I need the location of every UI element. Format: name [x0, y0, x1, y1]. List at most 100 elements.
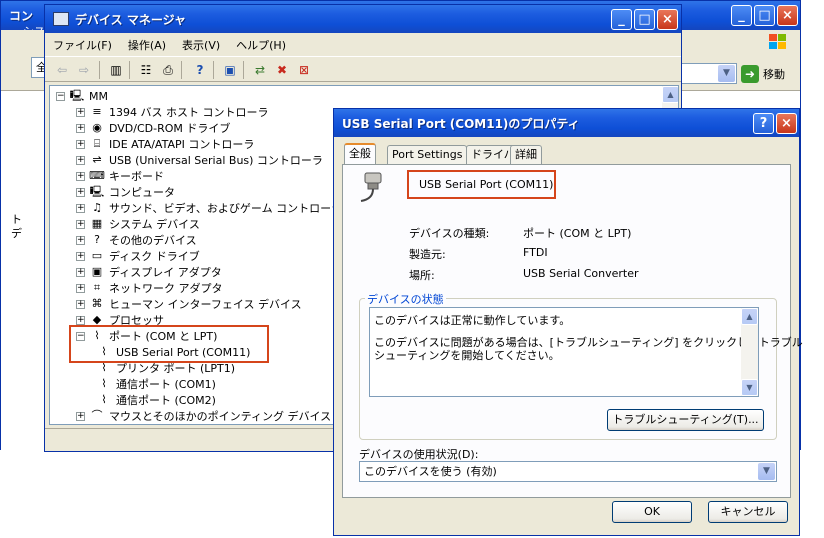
windows-logo-icon: [768, 33, 788, 51]
tree-item[interactable]: + ◉ DVD/CD-ROM ドライブ: [76, 120, 230, 136]
properties-title: USB Serial Port (COM11)のプロパティ: [342, 116, 580, 131]
tree-item[interactable]: + ⌸ IDE ATA/ATAPI コントローラ: [76, 136, 254, 152]
expand-icon[interactable]: +: [76, 155, 85, 165]
expand-icon[interactable]: +: [76, 411, 85, 421]
expand-icon[interactable]: +: [76, 219, 85, 229]
tree-item-label: 通信ポート (COM1): [116, 378, 216, 391]
tree-item[interactable]: + ≡ 1394 バス ホスト コントローラ: [76, 104, 268, 120]
menu-view[interactable]: 表示(V): [174, 37, 228, 53]
console-tree-icon[interactable]: ▥: [107, 61, 125, 79]
expand-icon[interactable]: +: [76, 107, 85, 117]
status-line-1: このデバイスは正常に動作しています。: [374, 314, 571, 327]
tree-item[interactable]: + ▣ ディスプレイ アダプタ: [76, 264, 222, 280]
expand-icon[interactable]: +: [76, 251, 85, 261]
expand-icon[interactable]: +: [76, 123, 85, 133]
tree-item[interactable]: + ▭ ディスク ドライブ: [76, 248, 200, 264]
go-button[interactable]: ➜ 移動: [741, 64, 785, 84]
tree-item[interactable]: + ⇌ USB (Universal Serial Bus) コントローラ: [76, 152, 323, 168]
background-close-button[interactable]: ×: [777, 5, 798, 26]
background-side-label-2: デ: [11, 227, 22, 240]
tree-item-label: サウンド、ビデオ、およびゲーム コントローラ: [109, 202, 343, 215]
expand-icon[interactable]: +: [76, 171, 85, 181]
menu-help[interactable]: ヘルプ(H): [228, 37, 294, 53]
tab-strip: 全般 Port Settings ドライバ 詳細: [342, 143, 792, 165]
toolbar: ⇦ ⇨ ▥ ☷ ⎙ ? ▣ ⇄ ✖ ⊠: [45, 56, 681, 82]
expand-icon[interactable]: +: [76, 267, 85, 277]
tree-item[interactable]: + ⌨ キーボード: [76, 168, 164, 184]
menu-action[interactable]: 操作(A): [120, 37, 174, 53]
print-icon[interactable]: ⎙: [159, 61, 177, 79]
chevron-down-icon[interactable]: ▼: [758, 463, 775, 480]
manufacturer-label: 製造元:: [409, 248, 446, 261]
toolbar-separator: [181, 61, 182, 79]
properties-dialog: USB Serial Port (COM11)のプロパティ ? × 全般 Por…: [333, 108, 803, 536]
tree-item[interactable]: + ⌒ マウスとそのほかのポインティング デバイス: [76, 408, 331, 424]
menu-file[interactable]: ファイル(F): [45, 37, 120, 53]
tree-item-label: その他のデバイス: [109, 234, 197, 247]
network-icon: ⌗: [93, 281, 101, 294]
uninstall-icon[interactable]: ⊠: [295, 61, 313, 79]
sound-icon: ♫: [92, 201, 102, 214]
status-scrollbar[interactable]: ▲ ▼: [741, 308, 758, 396]
tree-item[interactable]: +? その他のデバイス: [76, 232, 197, 248]
collapse-icon[interactable]: −: [56, 91, 65, 101]
properties-icon[interactable]: ☷: [137, 61, 155, 79]
expand-icon[interactable]: +: [76, 203, 85, 213]
expand-icon[interactable]: +: [76, 139, 85, 149]
background-maximize-button[interactable]: □: [754, 5, 775, 26]
maximize-button[interactable]: □: [634, 9, 655, 30]
tree-item-label: IDE ATA/ATAPI コントローラ: [109, 138, 255, 151]
disable-icon[interactable]: ✖: [273, 61, 291, 79]
background-minimize-button[interactable]: _: [731, 5, 752, 26]
expand-icon[interactable]: +: [76, 299, 85, 309]
tree-item-label: キーボード: [109, 170, 164, 183]
tree-item[interactable]: + ♫ サウンド、ビデオ、およびゲーム コントローラ: [76, 200, 342, 216]
device-type-value: ポート (COM と LPT): [523, 227, 632, 240]
forward-arrow-icon[interactable]: ⇨: [75, 61, 93, 79]
highlight-port-category: [69, 325, 269, 363]
cancel-button[interactable]: キャンセル: [708, 501, 788, 523]
expand-icon[interactable]: +: [76, 315, 85, 325]
scroll-up-button[interactable]: ▲: [662, 86, 678, 103]
update-driver-icon[interactable]: ⇄: [251, 61, 269, 79]
dialog-help-button[interactable]: ?: [753, 113, 774, 134]
close-button[interactable]: ×: [657, 9, 678, 30]
tab-details[interactable]: 詳細: [510, 145, 542, 165]
device-manager-icon: [53, 12, 69, 26]
tree-item[interactable]: + ⌘ ヒューマン インターフェイス デバイス: [76, 296, 302, 312]
expand-icon[interactable]: +: [76, 187, 85, 197]
unknown-device-icon: ?: [94, 233, 100, 246]
expand-icon[interactable]: +: [76, 235, 85, 245]
back-arrow-icon[interactable]: ⇦: [53, 61, 71, 79]
background-address-combo-right[interactable]: ▼: [681, 63, 737, 84]
status-scroll-down-button[interactable]: ▼: [741, 379, 758, 396]
tree-item[interactable]: + ⌗ ネットワーク アダプタ: [76, 280, 223, 296]
tree-item[interactable]: ⌇ 通信ポート (COM2): [96, 392, 216, 408]
status-scroll-up-button[interactable]: ▲: [741, 308, 758, 325]
dialog-close-button[interactable]: ×: [776, 113, 797, 134]
tab-port-settings[interactable]: Port Settings: [387, 145, 468, 165]
device-usage-value: このデバイスを使う (有効): [364, 465, 497, 478]
tree-item-label: マウスとそのほかのポインティング デバイス: [109, 410, 332, 423]
scan-icon[interactable]: ▣: [221, 61, 239, 79]
help-icon[interactable]: ?: [191, 61, 209, 79]
minimize-button[interactable]: _: [611, 9, 632, 30]
tree-item[interactable]: − 🖳 MM: [56, 88, 108, 104]
tree-item[interactable]: + ▦ システム デバイス: [76, 216, 200, 232]
port-icon: ⌇: [101, 361, 107, 374]
highlight-device-name: [407, 170, 556, 199]
tree-item[interactable]: + 🖳 コンピュータ: [76, 184, 175, 200]
expand-icon[interactable]: +: [76, 283, 85, 293]
system-icon: ▦: [91, 217, 103, 230]
device-usage-select[interactable]: このデバイスを使う (有効) ▼: [359, 461, 777, 482]
troubleshoot-button[interactable]: トラブルシューティング(T)...: [607, 409, 764, 431]
port-icon: ⌇: [101, 393, 107, 406]
ok-button[interactable]: OK: [612, 501, 692, 523]
device-usage-label: デバイスの使用状況(D):: [359, 448, 479, 461]
tree-item[interactable]: ⌇ 通信ポート (COM1): [96, 376, 216, 392]
chevron-down-icon[interactable]: ▼: [718, 65, 735, 82]
device-manager-title: デバイス マネージャ: [75, 12, 186, 27]
go-arrow-icon: ➜: [741, 65, 759, 83]
tab-general[interactable]: 全般: [344, 143, 376, 165]
toolbar-separator: [99, 61, 100, 79]
